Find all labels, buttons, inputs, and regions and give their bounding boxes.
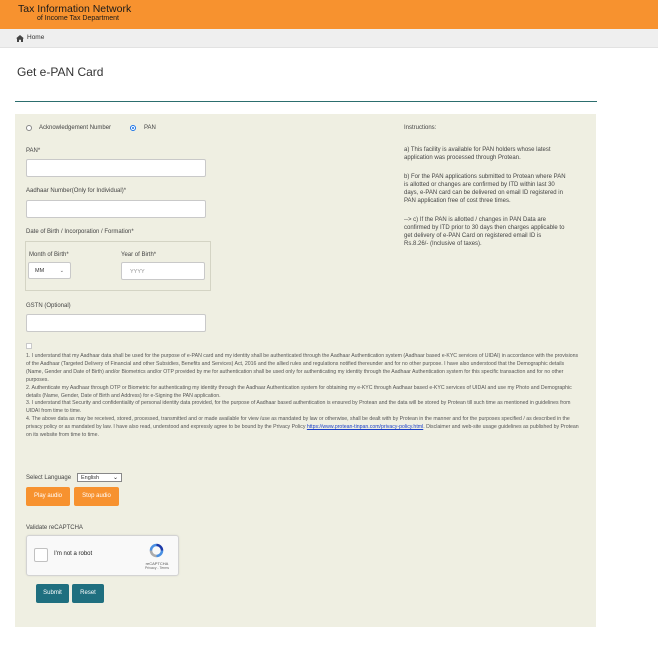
submit-button[interactable]: Submit — [36, 584, 69, 603]
consent-point-3: 3. I understand that Security and confid… — [26, 400, 571, 415]
page-title: Get e-PAN Card — [17, 65, 104, 79]
recaptcha-checkbox[interactable] — [34, 548, 48, 562]
home-icon[interactable] — [16, 35, 24, 42]
instruction-b-line-2: is allotted or changes are confirmed by … — [404, 182, 555, 188]
recaptcha-widget: I'm not a robot reCAPTCHA Privacy - Term… — [26, 535, 179, 576]
instruction-c-line-4: Rs.8.26/- (Inclusive of taxes). — [404, 241, 482, 247]
recaptcha-logo-icon — [149, 543, 164, 558]
top-header-bar: Tax Information Network of Income Tax De… — [0, 0, 658, 29]
brand-subtitle: of Income Tax Department — [37, 15, 119, 22]
radio-pan-label[interactable]: PAN — [144, 124, 156, 132]
breadcrumb: Home — [0, 29, 658, 48]
dob-label: Date of Birth / Incorporation / Formatio… — [26, 229, 134, 235]
instruction-b-line-3: days, e-PAN card can be delivered on ema… — [404, 190, 563, 196]
consent-text: 1. I understand that my Aadhaar data sha… — [26, 353, 582, 440]
consent-point-1: 1. I understand that my Aadhaar data sha… — [26, 353, 579, 383]
instruction-c-line-2: confirmed by ITD prior to 30 days then c… — [404, 225, 565, 231]
breadcrumb-home-link[interactable]: Home — [27, 34, 44, 41]
language-label: Select Language — [26, 475, 72, 481]
month-select[interactable]: MM ⌄ — [28, 262, 71, 279]
consent-point-2: 2. Authenticate my Aadhaar through OTP o… — [26, 384, 572, 399]
consent-point-4: 4. The above data as may be received, st… — [26, 416, 582, 440]
title-divider — [15, 101, 597, 102]
instruction-c-line-3: get delivery of e-PAN Card on registered… — [404, 233, 542, 239]
gstn-input[interactable] — [26, 314, 206, 332]
captcha-heading: Validate reCAPTCHA — [26, 525, 83, 531]
month-select-value: MM — [35, 268, 45, 274]
instruction-c-line-1: --> c) If the PAN is allotted / changes … — [404, 217, 547, 223]
play-audio-button[interactable]: Play audio — [26, 487, 70, 506]
month-label: Month of Birth* — [29, 252, 69, 258]
reset-button[interactable]: Reset — [72, 584, 104, 603]
pan-input[interactable] — [26, 159, 206, 177]
year-placeholder: YYYY — [130, 269, 145, 275]
chevron-down-icon: ⌄ — [59, 268, 64, 274]
language-select-value: English — [81, 475, 100, 481]
radio-pan[interactable] — [130, 125, 136, 131]
instruction-b-line-1: b) For the PAN applications submitted to… — [404, 174, 566, 180]
brand-title: Tax Information Network — [18, 3, 132, 15]
recaptcha-terms-link[interactable]: Privacy - Terms — [138, 566, 176, 570]
year-input[interactable]: YYYY — [121, 262, 205, 280]
privacy-policy-link[interactable]: https://www.protean-tinpan.com/privacy-p… — [307, 424, 423, 430]
year-label: Year of Birth* — [121, 252, 157, 258]
instruction-a-line-2: application was processed through Protea… — [404, 155, 521, 161]
radio-acknowledgement-label[interactable]: Acknowledgement Number — [39, 124, 111, 132]
instruction-b-line-4: PAN application free of cost three times… — [404, 198, 511, 204]
radio-acknowledgement[interactable] — [26, 125, 32, 131]
language-select[interactable]: English ⌄ — [77, 473, 122, 482]
consent-checkbox[interactable] — [26, 343, 32, 349]
aadhaar-label: Aadhaar Number(Only for Individual)* — [26, 188, 127, 194]
stop-audio-button[interactable]: Stop audio — [74, 487, 119, 506]
recaptcha-label: I'm not a robot — [54, 551, 93, 557]
instruction-a-line-1: a) This facility is available for PAN ho… — [404, 147, 551, 153]
aadhaar-input[interactable] — [26, 200, 206, 218]
gstn-label: GSTN (Optional) — [26, 303, 71, 309]
pan-label: PAN* — [26, 148, 41, 154]
chevron-down-icon: ⌄ — [112, 475, 118, 481]
instructions-heading: Instructions: — [404, 125, 437, 131]
